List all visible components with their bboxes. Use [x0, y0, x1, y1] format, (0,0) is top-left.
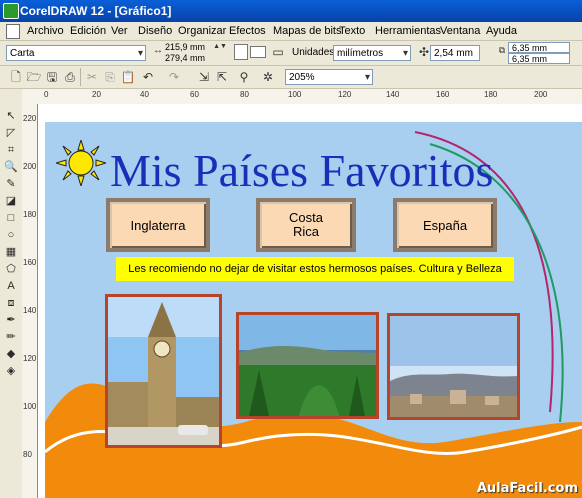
app-launcher-icon[interactable]: ⚲ — [236, 69, 252, 85]
ruler-tick: 120 — [23, 354, 37, 363]
ruler-tick: 120 — [338, 90, 352, 99]
menu-diseno[interactable]: Diseño — [138, 25, 172, 37]
interactive-blend-icon[interactable]: ⧈ — [4, 296, 18, 310]
paper-size-select[interactable]: Carta — [6, 45, 146, 62]
menu-efectos[interactable]: Efectos — [229, 25, 266, 37]
costa-rica-illustration — [239, 315, 376, 416]
units-label: Unidades: — [292, 47, 338, 58]
basic-shapes-icon[interactable]: ⬠ — [4, 262, 18, 276]
menu-bar: Archivo Edición Ver Diseño Organizar Efe… — [0, 22, 582, 41]
fill-tool-icon[interactable]: ◆ — [4, 347, 18, 361]
watermark: AulaFacil.com — [476, 481, 578, 496]
info-banner: Les recomiendo no dejar de visitar estos… — [116, 257, 514, 281]
shape-tool-icon[interactable]: ◸ — [4, 126, 18, 140]
sun-icon — [56, 140, 106, 186]
graph-paper-icon[interactable]: ▦ — [4, 245, 18, 259]
new-icon[interactable]: 🗋 — [8, 69, 24, 85]
menu-organizar[interactable]: Organizar — [178, 25, 226, 37]
ruler-tick: 200 — [534, 90, 548, 99]
standard-toolbar: 🗋 🗁 🖫 ⎙ ✂ ⎘ 📋 ↶ ↷ ⇲ ⇱ ⚲ ✲ 205% — [0, 66, 582, 89]
smart-fill-icon[interactable]: ◪ — [4, 194, 18, 208]
menu-edicion[interactable]: Edición — [70, 25, 106, 37]
zoom-select[interactable]: 205% — [285, 69, 373, 86]
big-ben-photo — [105, 294, 222, 448]
button-espana[interactable]: España — [393, 198, 497, 252]
window-titlebar: CorelDRAW 12 - [Gráfico1] — [0, 0, 582, 22]
ruler-tick: 40 — [140, 90, 149, 99]
ruler-tick: 100 — [23, 402, 37, 411]
landscape-icon[interactable] — [250, 46, 266, 58]
menu-ventana[interactable]: Ventana — [440, 25, 480, 37]
page-title: Mis Países Favoritos — [110, 145, 494, 196]
text-tool-icon[interactable]: A — [4, 279, 18, 293]
big-ben-illustration — [108, 297, 219, 445]
ruler-tick: 160 — [23, 258, 37, 267]
ruler-tick: 0 — [44, 90, 49, 99]
menu-ver[interactable]: Ver — [111, 25, 128, 37]
corel-online-icon[interactable]: ✲ — [260, 69, 276, 85]
save-icon[interactable]: 🖫 — [44, 69, 60, 85]
open-icon[interactable]: 🗁 — [26, 69, 42, 85]
ruler-tick: 220 — [23, 114, 37, 123]
spinner-icon[interactable]: ▲▼ — [212, 43, 228, 59]
button-costa-rica[interactable]: Costa Rica — [256, 198, 356, 252]
paste-icon[interactable]: 📋 — [120, 69, 136, 85]
window-title: CorelDRAW 12 - [Gráfico1] — [20, 4, 172, 18]
ruler-tick: 180 — [23, 210, 37, 219]
pick-tool-icon[interactable]: ↖ — [4, 109, 18, 123]
pages-icon[interactable]: ▭ — [270, 44, 286, 60]
rectangle-tool-icon[interactable]: □ — [4, 211, 18, 225]
ruler-tick: 20 — [92, 90, 101, 99]
interactive-fill-icon[interactable]: ◈ — [4, 364, 18, 378]
copy-icon[interactable]: ⎘ — [102, 69, 118, 85]
portrait-icon[interactable] — [234, 44, 248, 60]
ruler-tick: 80 — [23, 450, 32, 459]
button-label: España — [422, 217, 468, 233]
ruler-tick: 200 — [23, 162, 37, 171]
spain-illustration — [390, 316, 517, 417]
ruler-tick: 140 — [23, 306, 37, 315]
ruler-tick: 80 — [240, 90, 249, 99]
cut-icon[interactable]: ✂ — [84, 69, 100, 85]
eyedropper-icon[interactable]: ✒ — [4, 313, 18, 327]
duplicate-x-field[interactable]: 6,35 mm — [508, 42, 570, 53]
property-bar: Carta ↔ 215,9 mm 279,4 mm ▲▼ ▭ Unidades:… — [0, 41, 582, 66]
ruler-tick: 160 — [436, 90, 450, 99]
ruler-tick: 180 — [484, 90, 498, 99]
menu-herramientas[interactable]: Herramientas — [375, 25, 441, 37]
button-label: Inglaterra — [130, 217, 186, 233]
ellipse-tool-icon[interactable]: ○ — [4, 228, 18, 242]
costa-rica-photo — [236, 312, 379, 419]
menu-texto[interactable]: Texto — [339, 25, 365, 37]
horizontal-ruler: 0 20 40 60 80 100 120 140 160 180 200 — [22, 89, 582, 105]
ruler-tick: 140 — [386, 90, 400, 99]
print-icon[interactable]: ⎙ — [62, 69, 78, 85]
button-label: Costa Rica — [289, 210, 323, 239]
units-select[interactable]: milímetros — [333, 45, 411, 62]
button-inglaterra[interactable]: Inglaterra — [106, 198, 210, 252]
toolbox: ↖ ◸ ⌗ 🔍 ✎ ◪ □ ○ ▦ ⬠ A ⧈ ✒ ✏ ◆ ◈ — [0, 89, 23, 498]
outline-tool-icon[interactable]: ✏ — [4, 330, 18, 344]
nudge-field[interactable]: 2,54 mm — [430, 45, 480, 61]
export-icon[interactable]: ⇱ — [214, 69, 230, 85]
zoom-tool-icon[interactable]: 🔍 — [4, 160, 18, 174]
redo-icon[interactable]: ↷ — [166, 69, 182, 85]
import-icon[interactable]: ⇲ — [196, 69, 212, 85]
spain-photo — [387, 313, 520, 420]
menu-archivo[interactable]: Archivo — [27, 25, 64, 37]
toolbar-divider — [80, 68, 81, 86]
duplicate-y-field[interactable]: 6,35 mm — [508, 53, 570, 64]
undo-icon[interactable]: ↶ — [140, 69, 156, 85]
coreldraw-app-icon — [3, 3, 19, 19]
menu-ayuda[interactable]: Ayuda — [486, 25, 517, 37]
ruler-tick: 60 — [190, 90, 199, 99]
menu-mapas-de-bits[interactable]: Mapas de bits — [273, 25, 341, 37]
vertical-ruler: 220 200 180 160 140 120 100 80 — [22, 104, 38, 498]
ruler-tick: 100 — [288, 90, 302, 99]
document-icon[interactable] — [6, 24, 20, 39]
crop-tool-icon[interactable]: ⌗ — [4, 143, 18, 157]
freehand-tool-icon[interactable]: ✎ — [4, 177, 18, 191]
